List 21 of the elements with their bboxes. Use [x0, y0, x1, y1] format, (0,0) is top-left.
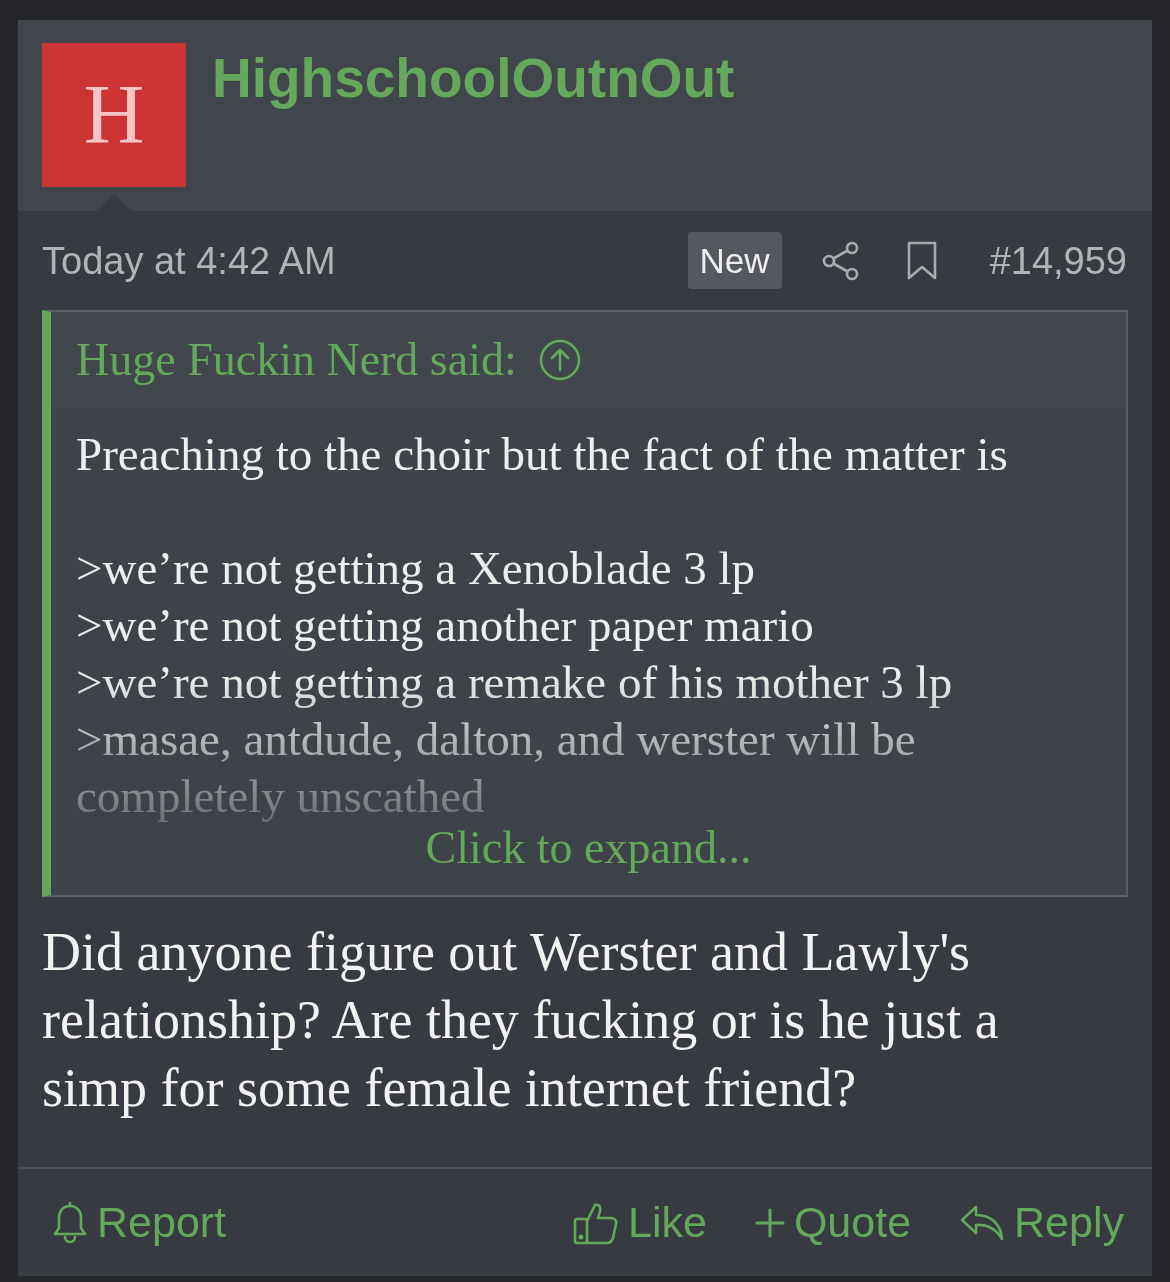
new-tag: New — [687, 232, 782, 289]
quote-line: >we’re not getting a remake of his mother 3 lp — [76, 655, 953, 710]
quote-line: >we’re not getting a Xenoblade 3 lp — [76, 541, 756, 596]
quote-button[interactable]: Quote — [754, 1201, 912, 1244]
post-number-link[interactable]: #14,959 — [989, 241, 1127, 280]
arrow-up-circle-icon[interactable] — [538, 339, 581, 381]
report-button[interactable]: Report — [52, 1200, 227, 1245]
plus-icon — [754, 1207, 785, 1238]
quote-line: >masae, antdude, dalton, and werster will be completely unscathed — [76, 712, 917, 824]
expand-link[interactable]: Click to expand... — [425, 825, 752, 871]
bookmark-icon[interactable] — [905, 240, 938, 281]
quote-attribution-link[interactable]: Huge Fuckin Nerd said: — [76, 337, 517, 383]
post-date-link[interactable]: Today at 4:42 AM — [42, 241, 336, 280]
user-avatar[interactable]: H — [42, 43, 186, 187]
quote-line: >we’re not getting another paper mario — [76, 598, 814, 653]
quote-line: Preaching to the choir but the fact of the matter is — [76, 427, 1008, 482]
share-icon[interactable] — [821, 240, 860, 281]
reply-button[interactable]: Reply — [959, 1201, 1124, 1244]
post-message: Did anyone figure out Werster and Lawly's relationship? Are they fucking or is he just a simp for some female internet friend? — [42, 921, 1000, 1120]
like-button[interactable]: Like — [573, 1199, 707, 1246]
bell-icon — [52, 1200, 88, 1245]
